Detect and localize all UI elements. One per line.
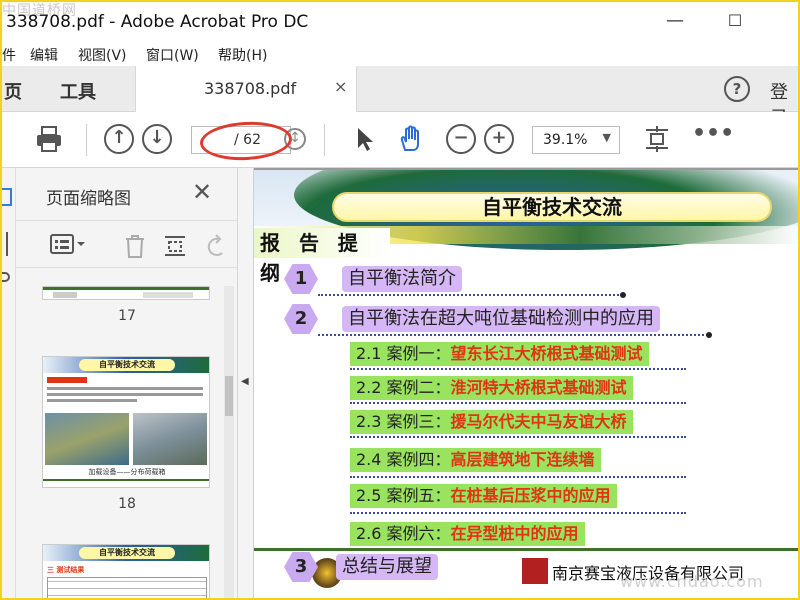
thumbnail-caption: 三 测试结果 — [47, 566, 85, 574]
case-item: 2.1 案例一：望东长江大桥根式基础测试 — [350, 342, 649, 366]
thumbnail-scrollbar[interactable] — [224, 286, 234, 598]
case-item: 2.2 案例二：淮河特大桥根式基础测试 — [350, 376, 633, 400]
outline-item: 自平衡法简介 — [342, 266, 462, 292]
toolbar: ↑ ↓ / 62 ↕ − + 39.1% ▼ ••• — [2, 112, 798, 168]
case-item: 2.3 案例三：援马尔代夫中马友谊大桥 — [350, 410, 633, 434]
undo-icon[interactable] — [204, 233, 228, 264]
document-tab-label: 338708.pdf — [204, 79, 297, 98]
toolbar-separator — [324, 124, 325, 156]
thumbnail-page-number: 18 — [118, 496, 136, 512]
site-watermark: www.cndao.com — [620, 572, 764, 591]
zoom-value: 39.1% — [543, 132, 588, 148]
item-number-badge: 2 — [284, 304, 318, 334]
menu-edit[interactable]: 编辑 — [30, 45, 58, 65]
thumbnail-slide-title: 自平衡技术交流 — [79, 547, 175, 559]
zoom-select[interactable]: 39.1% ▼ — [532, 126, 620, 154]
tab-bar: 页 工具 338708.pdf × ? 登录 — [2, 66, 798, 129]
maximize-button[interactable]: ☐ — [724, 10, 746, 32]
item-number-badge: 1 — [284, 264, 318, 294]
collapse-arrow-icon: ◀ — [241, 376, 249, 387]
tab-home[interactable]: 页 — [4, 78, 22, 104]
dotted-divider — [318, 332, 712, 338]
menu-file[interactable]: 件 — [2, 45, 16, 65]
dotted-divider — [318, 292, 626, 298]
document-view[interactable]: 自平衡技术交流 报 告 提 纲 1 自平衡法简介 2 自平衡法在超大吨位基础检测… — [254, 168, 798, 598]
thumbnail-page-number: 17 — [118, 308, 136, 324]
window-title: 338708.pdf - Adobe Acrobat Pro DC — [6, 12, 309, 32]
dotted-divider — [350, 436, 686, 438]
fit-page-icon[interactable] — [642, 124, 672, 154]
tab-document[interactable]: 338708.pdf × — [135, 66, 357, 112]
thumbnail-page-18[interactable]: 自平衡技术交流 加载设备——分布荷载箱 — [42, 356, 210, 488]
menu-window[interactable]: 窗口(W) — [146, 45, 199, 65]
slide-title: 自平衡技术交流 — [332, 192, 772, 222]
menu-help[interactable]: 帮助(H) — [218, 45, 267, 65]
scrollbar-thumb[interactable] — [225, 376, 233, 416]
chevron-down-icon: ▼ — [602, 131, 611, 144]
toolbar-separator — [86, 124, 87, 156]
close-icon[interactable]: ✕ — [192, 178, 212, 206]
tab-tools[interactable]: 工具 — [60, 78, 96, 104]
dotted-divider — [350, 476, 686, 478]
delete-icon[interactable] — [122, 233, 148, 264]
left-rail — [2, 168, 16, 598]
thumbnail-panel: 页面缩略图 ✕ 17 自平衡技术交流 加载设备——分布荷载箱 18 自平衡技术交… — [16, 168, 238, 598]
menu-view[interactable]: 视图(V) — [78, 45, 127, 65]
section-label: 报 告 提 纲 — [254, 228, 390, 285]
case-item: 2.6 案例六：在异型桩中的应用 — [350, 522, 585, 546]
thumbnail-page-19[interactable]: 自平衡技术交流 三 测试结果 — [42, 544, 210, 598]
minimize-button[interactable]: — — [664, 10, 686, 32]
zoom-in-icon[interactable]: + — [484, 124, 514, 154]
bookmark-icon[interactable] — [2, 188, 12, 206]
panel-toolbar — [16, 220, 238, 268]
app-window: 中国道桥网 338708.pdf - Adobe Acrobat Pro DC … — [0, 0, 800, 600]
thumbnail-page-17[interactable] — [42, 286, 210, 300]
dotted-divider — [350, 402, 686, 404]
case-item: 2.5 案例五：在桩基后压浆中的应用 — [350, 484, 617, 508]
hand-icon[interactable] — [396, 124, 426, 154]
outline-item: 总结与展望 — [336, 554, 438, 580]
company-logo — [522, 558, 548, 584]
rail-attachment-icon[interactable] — [2, 272, 10, 282]
dotted-divider — [350, 512, 686, 514]
thumbnail-caption: 加载设备——分布荷载箱 — [88, 468, 166, 476]
thumbnail-slide-title: 自平衡技术交流 — [79, 359, 175, 371]
pdf-page: 自平衡技术交流 报 告 提 纲 1 自平衡法简介 2 自平衡法在超大吨位基础检测… — [254, 170, 798, 598]
print-icon[interactable] — [34, 124, 64, 154]
extract-icon[interactable] — [162, 233, 188, 264]
panel-collapse-handle[interactable]: ◀ — [238, 168, 254, 598]
outline-item: 自平衡法在超大吨位基础检测中的应用 — [342, 306, 660, 332]
more-icon[interactable]: ••• — [692, 123, 734, 154]
case-item: 2.4 案例四：高层建筑地下连续墙 — [350, 448, 601, 472]
select-arrow-icon[interactable] — [350, 124, 380, 154]
panel-title: 页面缩略图 — [46, 189, 131, 209]
help-icon[interactable]: ? — [724, 76, 750, 102]
dotted-divider — [350, 368, 686, 370]
rail-tool-icon[interactable] — [2, 232, 8, 256]
title-bar: 中国道桥网 338708.pdf - Adobe Acrobat Pro DC … — [2, 2, 798, 42]
options-icon[interactable] — [50, 233, 86, 260]
zoom-out-icon[interactable]: − — [446, 124, 476, 154]
menu-bar: 件 编辑 视图(V) 窗口(W) 帮助(H) — [2, 42, 798, 66]
next-page-icon[interactable]: ↓ — [142, 124, 172, 154]
prev-page-icon[interactable]: ↑ — [104, 124, 134, 154]
close-tab-icon[interactable]: × — [334, 77, 347, 96]
